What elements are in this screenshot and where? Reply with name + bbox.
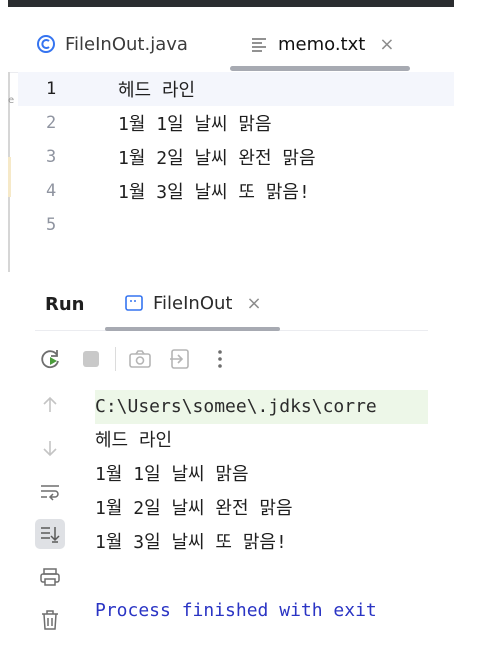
console-line: 1월 3일 날씨 또 맑음! — [95, 532, 287, 553]
line-text: 1월 2일 날씨 완전 맑음 — [118, 148, 316, 169]
tab-memo-txt[interactable]: memo.txt × — [248, 30, 394, 58]
editor-content[interactable]: 1 헤드 라인 2 1월 1일 날씨 맑음 3 1월 2일 날씨 완전 맑음 4… — [18, 72, 454, 242]
active-tab-indicator — [105, 327, 280, 331]
tab-label: memo.txt — [278, 33, 366, 55]
console-line: 1월 2일 날씨 완전 맑음 — [95, 498, 293, 519]
console-line: 1월 1일 날씨 맑음 — [95, 464, 249, 485]
text-file-icon — [248, 33, 270, 55]
console-output[interactable]: C:\Users\somee\.jdks\corre 헤드 라인 1월 1일 날… — [95, 390, 428, 628]
line-number: 2 — [46, 113, 57, 133]
exit-icon[interactable] — [164, 344, 196, 374]
run-toolbar — [35, 342, 244, 376]
active-tab-indicator — [230, 66, 410, 71]
run-config-icon — [123, 292, 145, 314]
arrow-down-icon[interactable] — [35, 433, 65, 463]
gutter-marker — [8, 157, 11, 197]
scroll-to-end-icon[interactable] — [35, 519, 65, 549]
line-number: 1 — [46, 79, 57, 99]
tab-fileinout-java[interactable]: FileInOut.java — [35, 30, 188, 58]
console-command-line: C:\Users\somee\.jdks\corre — [95, 390, 428, 424]
close-icon[interactable]: × — [379, 34, 394, 55]
editor-tab-bar: FileInOut.java memo.txt × — [8, 7, 454, 73]
editor-line[interactable]: 1 헤드 라인 — [18, 72, 454, 106]
console-exit-message: Process finished with exit — [95, 600, 377, 621]
run-tab-bar: Run FileInOut × — [35, 282, 428, 331]
close-icon[interactable]: × — [246, 293, 261, 314]
editor-line[interactable]: 3 1월 2일 날씨 완전 맑음 — [18, 140, 454, 174]
window-top-bar — [8, 0, 454, 7]
line-number: 3 — [46, 147, 57, 167]
run-side-toolbar — [35, 390, 79, 648]
run-panel: Run FileInOut × C:\Users\somee\.jdks\cor… — [35, 282, 428, 636]
print-icon[interactable] — [35, 562, 65, 592]
camera-icon[interactable] — [124, 344, 156, 374]
line-text: 헤드 라인 — [118, 80, 196, 101]
java-class-icon — [35, 33, 57, 55]
toolbar-separator — [115, 347, 116, 371]
line-number: 5 — [46, 215, 57, 235]
editor-panel: FileInOut.java memo.txt × e 1 헤드 라인 2 1월… — [8, 7, 454, 275]
tab-run-fileinout[interactable]: FileInOut × — [123, 292, 262, 314]
run-title: Run — [45, 294, 85, 315]
more-options-icon[interactable] — [204, 344, 236, 374]
soft-wrap-icon[interactable] — [35, 476, 65, 506]
edge-mark: e — [8, 95, 15, 106]
rerun-icon[interactable] — [35, 344, 67, 374]
stop-icon[interactable] — [75, 344, 107, 374]
trash-icon[interactable] — [35, 605, 65, 635]
editor-line[interactable]: 4 1월 3일 날씨 또 맑음! — [18, 174, 454, 208]
line-text: 1월 1일 날씨 맑음 — [118, 114, 272, 135]
arrow-up-icon[interactable] — [35, 390, 65, 420]
console-line: 헤드 라인 — [95, 430, 173, 451]
editor-line[interactable]: 2 1월 1일 날씨 맑음 — [18, 106, 454, 140]
tab-label: FileInOut.java — [65, 33, 188, 55]
editor-line[interactable]: 5 — [18, 208, 454, 242]
line-number: 4 — [46, 181, 57, 201]
line-text: 1월 3일 날씨 또 맑음! — [118, 182, 310, 203]
tab-label: FileInOut — [153, 292, 233, 314]
